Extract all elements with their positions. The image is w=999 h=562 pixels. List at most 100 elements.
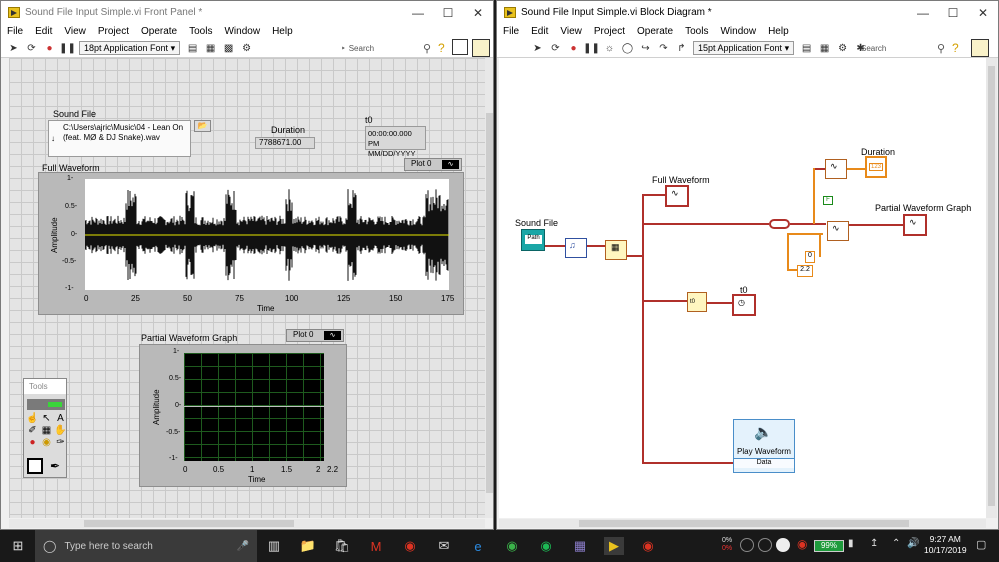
edge-icon[interactable]: e <box>468 537 488 555</box>
sound-file-read-vi[interactable]: ▦ <box>605 240 627 260</box>
step-out-icon[interactable]: ↱ <box>675 42 688 54</box>
partial-waveform-terminal[interactable]: ∿ <box>903 214 927 236</box>
font-selector[interactable]: 15pt Application Font ▾ <box>693 41 795 55</box>
menu-view[interactable]: View <box>560 26 582 37</box>
menu-help[interactable]: Help <box>272 26 293 37</box>
get-waveform-subset-vi[interactable]: ∿ <box>827 221 849 241</box>
task-view-icon[interactable]: ▥ <box>264 537 284 555</box>
maximize-button[interactable]: ☐ <box>433 6 463 20</box>
sound-file-path-control[interactable]: C:\Users\ajric\Music\04 - Lean On (feat.… <box>48 120 191 157</box>
menu-file[interactable]: File <box>503 26 519 37</box>
partial-waveform-graph[interactable]: Amplitude 1- 0.5- 0- -0.5- -1- 0 0.5 1 1… <box>139 344 347 487</box>
horizontal-scrollbar[interactable] <box>499 519 986 528</box>
full-waveform-terminal[interactable]: ∿ <box>665 185 689 207</box>
sound-file-open-vi[interactable]: ♫ <box>565 238 587 258</box>
menu-tools[interactable]: Tools <box>189 26 212 37</box>
menu-edit[interactable]: Edit <box>531 26 548 37</box>
search-box[interactable]: Search ⚲ <box>861 42 945 55</box>
chevron-up-icon[interactable]: ⌃ <box>892 538 900 549</box>
menu-tools[interactable]: Tools <box>685 26 708 37</box>
boolean-constant[interactable]: F <box>823 196 833 205</box>
color-copy-tool-icon[interactable]: ✑ <box>54 437 67 448</box>
retain-wire-values-icon[interactable]: ◯ <box>621 42 634 54</box>
chrome-icon[interactable]: ◉ <box>502 537 522 555</box>
abort-icon[interactable]: ● <box>567 42 580 54</box>
help-icon[interactable]: ? <box>952 41 959 55</box>
shortcut-menu-tool-icon[interactable]: ▦ <box>40 425 53 436</box>
menu-window[interactable]: Window <box>224 26 260 37</box>
windows-start-icon[interactable]: ⊞ <box>8 537 28 555</box>
menu-project[interactable]: Project <box>98 26 129 37</box>
minimize-button[interactable]: — <box>403 6 433 20</box>
tray-app-icon[interactable]: ◉ <box>797 537 807 551</box>
vertical-scrollbar[interactable] <box>485 58 493 518</box>
vi-icon[interactable] <box>971 39 989 57</box>
volume-icon[interactable]: 🔊 <box>907 538 919 549</box>
unbundle-node[interactable] <box>769 219 790 229</box>
brush-tool-icon[interactable]: ✒ <box>50 459 60 473</box>
run-continuously-icon[interactable]: ⟳ <box>549 42 562 54</box>
run-arrow-icon[interactable]: ➤ <box>531 42 544 54</box>
people-icon[interactable]: ↥ <box>870 538 878 549</box>
get-waveform-time-vi[interactable]: ∿ <box>825 159 847 179</box>
mail-icon[interactable]: ✉ <box>434 537 454 555</box>
horizontal-scrollbar[interactable] <box>9 519 485 528</box>
battery-indicator[interactable]: 99% <box>814 540 844 552</box>
file-explorer-icon[interactable]: 📁 <box>298 537 318 555</box>
menu-project[interactable]: Project <box>594 26 625 37</box>
notifications-icon[interactable]: ▢ <box>976 538 986 551</box>
position-tool-icon[interactable]: ↖ <box>40 413 53 424</box>
app-red-icon[interactable]: ◉ <box>400 537 420 555</box>
automatic-tool-selection[interactable] <box>27 399 65 410</box>
pause-icon[interactable]: ❚❚ <box>583 42 600 54</box>
pause-icon[interactable]: ❚❚ <box>59 42 76 54</box>
browse-folder-icon[interactable]: 📂 <box>194 120 211 132</box>
font-selector[interactable]: 18pt Application Font ▾ <box>79 41 181 55</box>
labview-taskbar-icon[interactable]: ▶ <box>604 537 624 555</box>
maximize-button[interactable]: ☐ <box>938 6 968 20</box>
reorder-icon[interactable]: ⚙ <box>240 42 253 54</box>
menu-operate[interactable]: Operate <box>141 26 177 37</box>
const-zero[interactable]: 0 <box>805 251 815 263</box>
full-waveform-graph[interactable]: Amplitude 1- 0.5- 0- -0.5- -1- 0 25 50 7… <box>38 172 464 315</box>
menu-edit[interactable]: Edit <box>35 26 52 37</box>
tray-circle-icon[interactable] <box>758 538 772 552</box>
const-duration[interactable]: 2.2 <box>797 265 813 277</box>
menu-file[interactable]: File <box>7 26 23 37</box>
app-red2-icon[interactable]: ◉ <box>638 537 658 555</box>
spotify-icon[interactable]: ◉ <box>536 537 556 555</box>
minimize-button[interactable]: — <box>908 6 938 20</box>
taskbar-search-box[interactable]: ◯ Type here to search 🎤 <box>35 530 257 562</box>
reorder-icon[interactable]: ⚙ <box>836 42 849 54</box>
battery-icon[interactable]: ▮ <box>848 538 854 549</box>
vertical-scrollbar[interactable] <box>986 58 997 518</box>
search-box[interactable]: ‣ Search ⚲ <box>341 42 431 55</box>
color-tool-icon[interactable] <box>27 458 43 474</box>
mcafee-icon[interactable]: M <box>366 537 386 555</box>
sound-file-terminal[interactable]: Path <box>521 229 545 251</box>
close-button[interactable]: ✕ <box>968 6 998 20</box>
tray-circle-icon[interactable] <box>776 538 790 552</box>
vi-icon[interactable] <box>472 39 490 57</box>
menu-window[interactable]: Window <box>720 26 756 37</box>
wire-tool-icon[interactable]: ✐ <box>26 425 39 436</box>
probe-tool-icon[interactable]: ◉ <box>40 437 53 448</box>
full-waveform-plot-legend[interactable]: Plot 0 ∿ <box>404 158 462 171</box>
menu-operate[interactable]: Operate <box>637 26 673 37</box>
t0-terminal[interactable]: ◷ <box>732 294 756 316</box>
breakpoint-tool-icon[interactable]: ● <box>26 437 39 448</box>
menu-view[interactable]: View <box>64 26 86 37</box>
align-icon[interactable]: ▤ <box>800 42 813 54</box>
text-tool-icon[interactable]: A <box>54 413 67 424</box>
step-into-icon[interactable]: ↪ <box>639 42 652 54</box>
menu-help[interactable]: Help <box>768 26 789 37</box>
run-arrow-icon[interactable]: ➤ <box>7 42 20 54</box>
operate-tool-icon[interactable]: ☝ <box>26 413 39 424</box>
duration-terminal[interactable]: 123 <box>865 156 887 178</box>
highlight-execution-icon[interactable]: ☼ <box>603 42 616 54</box>
abort-icon[interactable]: ● <box>43 42 56 54</box>
clock[interactable]: 9:27 AM 10/17/2019 <box>924 534 967 556</box>
tools-palette[interactable]: Tools ☝ ↖ A ✐ ▦ ✋ ● ◉ ✑ ✒ <box>23 378 67 478</box>
step-over-icon[interactable]: ↷ <box>657 42 670 54</box>
align-icon[interactable]: ▤ <box>186 42 199 54</box>
